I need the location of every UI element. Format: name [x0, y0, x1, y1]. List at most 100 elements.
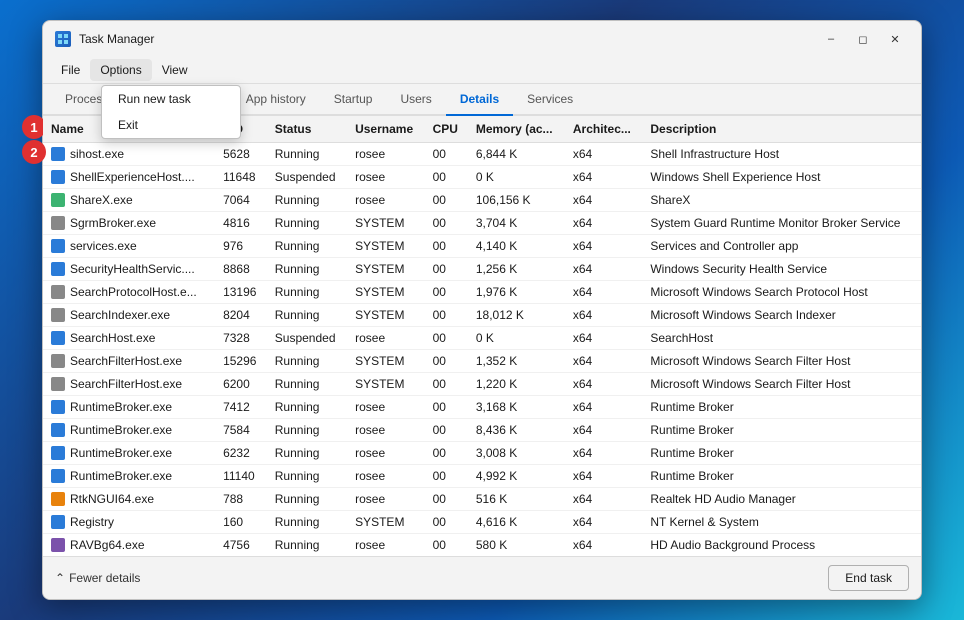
- cell-username: rosee: [347, 534, 424, 557]
- cell-name: sihost.exe: [43, 143, 215, 166]
- cell-desc: HD Audio Background Process: [642, 534, 921, 557]
- cell-pid: 13196: [215, 281, 267, 304]
- cell-memory: 6,844 K: [468, 143, 565, 166]
- cell-pid: 4756: [215, 534, 267, 557]
- col-desc[interactable]: Description: [642, 116, 921, 143]
- cell-cpu: 00: [425, 304, 468, 327]
- cell-cpu: 00: [425, 373, 468, 396]
- table-row[interactable]: sihost.exe 5628 Running rosee 00 6,844 K…: [43, 143, 921, 166]
- cell-arch: x64: [565, 166, 642, 189]
- cell-memory: 4,616 K: [468, 511, 565, 534]
- chevron-up-icon: ⌃: [55, 571, 65, 585]
- col-username[interactable]: Username: [347, 116, 424, 143]
- menu-exit[interactable]: Exit: [102, 112, 240, 138]
- table-row[interactable]: SearchFilterHost.exe 15296 Running SYSTE…: [43, 350, 921, 373]
- cell-name: RuntimeBroker.exe: [43, 465, 215, 488]
- maximize-button[interactable]: ◻: [849, 29, 877, 49]
- table-row[interactable]: RtkNGUI64.exe 788 Running rosee 00 516 K…: [43, 488, 921, 511]
- cell-desc: Windows Security Health Service: [642, 258, 921, 281]
- tab-services[interactable]: Services: [513, 84, 587, 116]
- cell-status: Running: [267, 488, 347, 511]
- cell-arch: x64: [565, 189, 642, 212]
- cell-cpu: 00: [425, 143, 468, 166]
- cell-memory: 516 K: [468, 488, 565, 511]
- cell-name: Registry: [43, 511, 215, 534]
- end-task-button[interactable]: End task: [828, 565, 909, 591]
- cell-username: rosee: [347, 189, 424, 212]
- cell-status: Running: [267, 350, 347, 373]
- table-row[interactable]: ShellExperienceHost.... 11648 Suspended …: [43, 166, 921, 189]
- table-row[interactable]: SearchHost.exe 7328 Suspended rosee 00 0…: [43, 327, 921, 350]
- process-table-container[interactable]: Name PID Status Username CPU Memory (ac.…: [43, 116, 921, 556]
- cell-cpu: 00: [425, 511, 468, 534]
- menu-run-new-task[interactable]: Run new task: [102, 86, 240, 112]
- annotation-badge-2: 2: [22, 140, 46, 164]
- table-row[interactable]: SearchFilterHost.exe 6200 Running SYSTEM…: [43, 373, 921, 396]
- cell-status: Running: [267, 373, 347, 396]
- table-row[interactable]: RuntimeBroker.exe 7412 Running rosee 00 …: [43, 396, 921, 419]
- table-row[interactable]: RuntimeBroker.exe 6232 Running rosee 00 …: [43, 442, 921, 465]
- cell-cpu: 00: [425, 189, 468, 212]
- table-row[interactable]: services.exe 976 Running SYSTEM 00 4,140…: [43, 235, 921, 258]
- cell-pid: 6200: [215, 373, 267, 396]
- cell-pid: 8868: [215, 258, 267, 281]
- cell-arch: x64: [565, 488, 642, 511]
- cell-cpu: 00: [425, 488, 468, 511]
- table-row[interactable]: ShareX.exe 7064 Running rosee 00 106,156…: [43, 189, 921, 212]
- cell-status: Running: [267, 189, 347, 212]
- menu-options[interactable]: Options: [90, 59, 151, 81]
- table-row[interactable]: SearchProtocolHost.e... 13196 Running SY…: [43, 281, 921, 304]
- table-row[interactable]: SearchIndexer.exe 8204 Running SYSTEM 00…: [43, 304, 921, 327]
- cell-name: RuntimeBroker.exe: [43, 442, 215, 465]
- table-row[interactable]: SgrmBroker.exe 4816 Running SYSTEM 00 3,…: [43, 212, 921, 235]
- cell-arch: x64: [565, 327, 642, 350]
- cell-name: ShellExperienceHost....: [43, 166, 215, 189]
- cell-username: rosee: [347, 396, 424, 419]
- cell-memory: 0 K: [468, 166, 565, 189]
- cell-desc: Microsoft Windows Search Filter Host: [642, 350, 921, 373]
- cell-username: SYSTEM: [347, 212, 424, 235]
- cell-memory: 4,140 K: [468, 235, 565, 258]
- minimize-button[interactable]: –: [817, 29, 845, 49]
- tab-app-history[interactable]: App history: [232, 84, 320, 116]
- cell-name: RuntimeBroker.exe: [43, 419, 215, 442]
- taskmanager-window: Task Manager – ◻ ✕ File Options View Run…: [42, 20, 922, 600]
- cell-pid: 7412: [215, 396, 267, 419]
- cell-memory: 1,220 K: [468, 373, 565, 396]
- cell-status: Running: [267, 511, 347, 534]
- cell-status: Running: [267, 212, 347, 235]
- col-cpu[interactable]: CPU: [425, 116, 468, 143]
- col-status[interactable]: Status: [267, 116, 347, 143]
- table-row[interactable]: RAVBg64.exe 4756 Running rosee 00 580 K …: [43, 534, 921, 557]
- tab-users[interactable]: Users: [386, 84, 445, 116]
- cell-cpu: 00: [425, 212, 468, 235]
- col-arch[interactable]: Architec...: [565, 116, 642, 143]
- table-row[interactable]: SecurityHealthServic.... 8868 Running SY…: [43, 258, 921, 281]
- table-row[interactable]: RuntimeBroker.exe 7584 Running rosee 00 …: [43, 419, 921, 442]
- cell-username: SYSTEM: [347, 281, 424, 304]
- table-row[interactable]: Registry 160 Running SYSTEM 00 4,616 K x…: [43, 511, 921, 534]
- fewer-details-button[interactable]: ⌃ Fewer details: [55, 571, 140, 585]
- menu-view[interactable]: View: [152, 59, 198, 81]
- cell-desc: Runtime Broker: [642, 419, 921, 442]
- cell-memory: 3,008 K: [468, 442, 565, 465]
- cell-arch: x64: [565, 465, 642, 488]
- tab-details[interactable]: Details: [446, 84, 513, 116]
- cell-pid: 5628: [215, 143, 267, 166]
- col-memory[interactable]: Memory (ac...: [468, 116, 565, 143]
- cell-cpu: 00: [425, 396, 468, 419]
- cell-username: rosee: [347, 419, 424, 442]
- cell-status: Running: [267, 281, 347, 304]
- cell-cpu: 00: [425, 350, 468, 373]
- cell-pid: 6232: [215, 442, 267, 465]
- tab-startup[interactable]: Startup: [320, 84, 387, 116]
- cell-status: Running: [267, 235, 347, 258]
- menu-file[interactable]: File: [51, 59, 90, 81]
- close-button[interactable]: ✕: [881, 29, 909, 49]
- cell-status: Running: [267, 258, 347, 281]
- cell-desc: Microsoft Windows Search Protocol Host: [642, 281, 921, 304]
- cell-memory: 1,256 K: [468, 258, 565, 281]
- cell-desc: System Guard Runtime Monitor Broker Serv…: [642, 212, 921, 235]
- cell-arch: x64: [565, 419, 642, 442]
- table-row[interactable]: RuntimeBroker.exe 11140 Running rosee 00…: [43, 465, 921, 488]
